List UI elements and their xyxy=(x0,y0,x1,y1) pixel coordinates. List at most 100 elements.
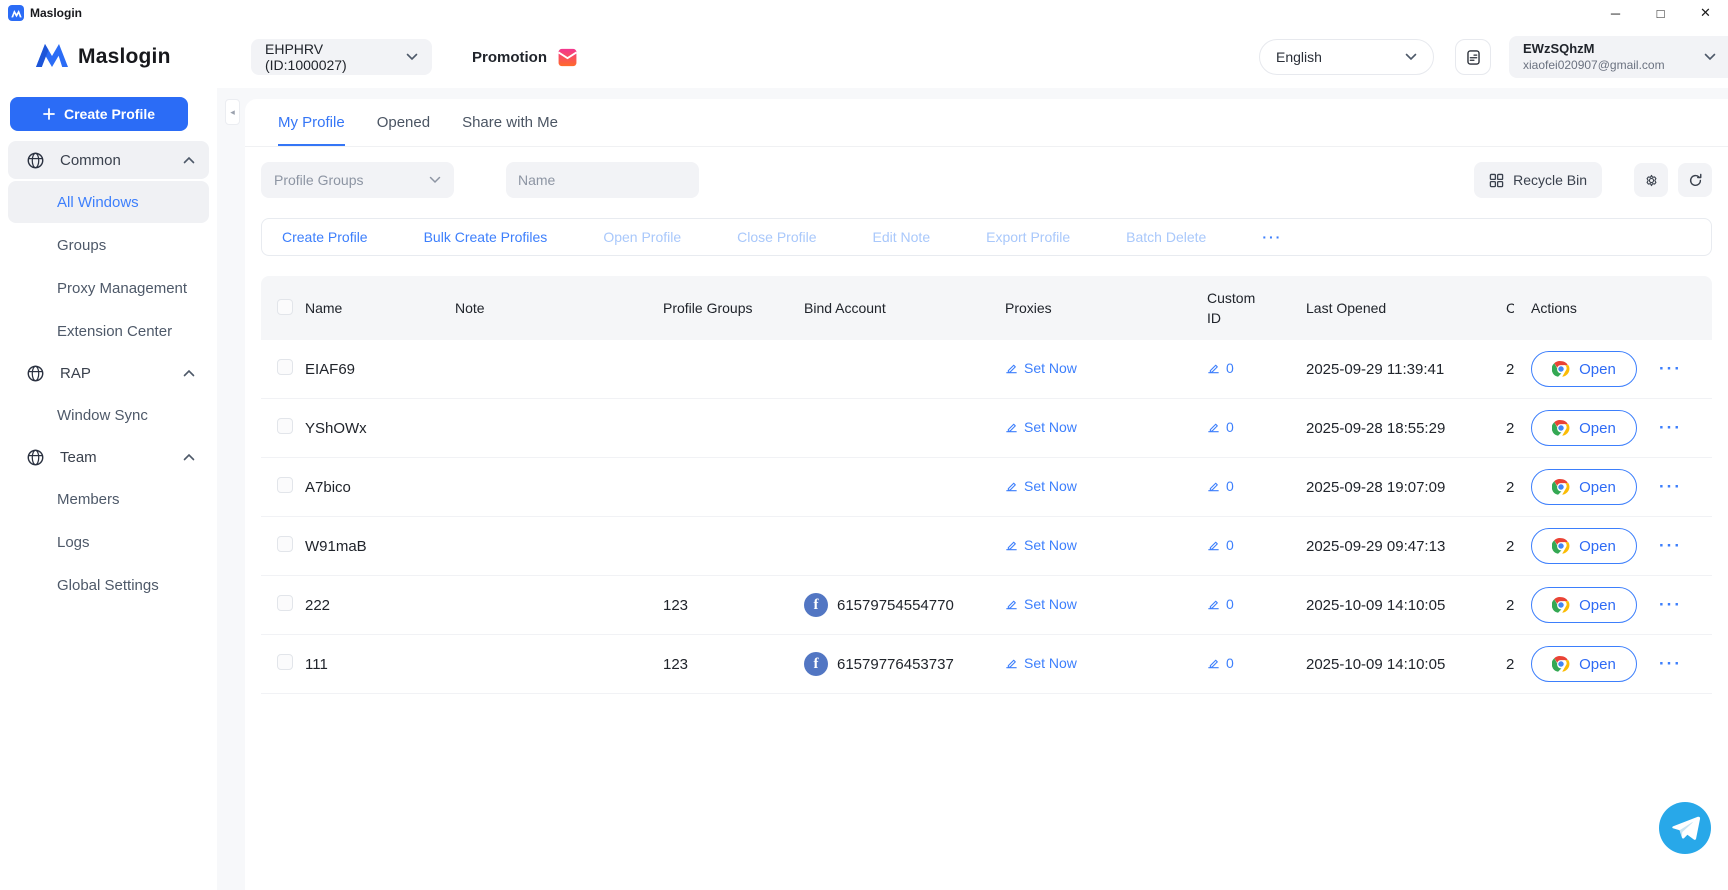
settings-button[interactable] xyxy=(1634,163,1668,197)
row-more-icon[interactable]: ··· xyxy=(1659,359,1682,379)
edit-custom-id-link[interactable]: 0 xyxy=(1207,419,1234,435)
account-menu[interactable]: EWzSQhzM xiaofei020907@gmail.com xyxy=(1509,36,1728,78)
action-link[interactable]: Create Profile xyxy=(282,229,368,245)
sidebar-nav: Common All Windows Groups xyxy=(6,141,211,606)
sidebar-item[interactable]: Logs xyxy=(8,521,209,563)
telegram-button[interactable] xyxy=(1659,802,1711,854)
workspace-label: EHPHRV (ID:1000027) xyxy=(265,41,406,73)
open-profile-button[interactable]: Open xyxy=(1531,587,1637,623)
cell-actions: Open ··· xyxy=(1531,410,1712,446)
tab[interactable]: My Profile xyxy=(278,114,345,146)
profile-groups-select[interactable]: Profile Groups xyxy=(261,162,454,198)
cell-proxies: Set Now xyxy=(1005,360,1207,379)
sidebar-collapse-handle[interactable]: ◂ xyxy=(225,99,240,125)
globe-icon xyxy=(25,151,45,170)
cell-profile-groups: 123 xyxy=(663,597,804,614)
row-checkbox[interactable] xyxy=(277,654,293,670)
sidebar-item[interactable]: Extension Center xyxy=(8,310,209,352)
app-logo-small-icon xyxy=(8,5,24,21)
edit-custom-id-link[interactable]: 0 xyxy=(1207,596,1234,612)
row-more-icon[interactable]: ··· xyxy=(1659,477,1682,497)
set-proxy-link[interactable]: Set Now xyxy=(1005,478,1077,494)
pencil-icon xyxy=(1207,420,1220,433)
workspace-selector[interactable]: EHPHRV (ID:1000027) xyxy=(251,39,432,75)
open-profile-button[interactable]: Open xyxy=(1531,528,1637,564)
edit-custom-id-link[interactable]: 0 xyxy=(1207,478,1234,494)
action-link[interactable]: Export Profile xyxy=(986,229,1070,245)
row-more-icon[interactable]: ··· xyxy=(1659,418,1682,438)
edit-custom-id-link[interactable]: 0 xyxy=(1207,537,1234,553)
edit-custom-id-link[interactable]: 0 xyxy=(1207,360,1234,376)
select-all-checkbox[interactable] xyxy=(277,299,293,315)
row-more-icon[interactable]: ··· xyxy=(1659,654,1682,674)
cell-name: A7bico xyxy=(305,479,455,496)
open-profile-button[interactable]: Open xyxy=(1531,351,1637,387)
document-button[interactable] xyxy=(1455,39,1491,75)
sidebar-section-header[interactable]: Team xyxy=(8,438,209,476)
bind-account-id: 61579776453737 xyxy=(837,656,954,673)
set-proxy-link[interactable]: Set Now xyxy=(1005,537,1077,553)
promotion-link[interactable]: Promotion xyxy=(472,47,578,68)
sidebar-item[interactable]: Window Sync xyxy=(8,394,209,436)
sidebar-section-label: Team xyxy=(60,449,183,466)
main-area: ◂ My Profile Opened Share with Me Profil… xyxy=(217,88,1728,890)
cell-profile-groups: 123 xyxy=(663,656,804,673)
plus-icon xyxy=(43,108,55,120)
row-checkbox[interactable] xyxy=(277,418,293,434)
cell-custom-id: 0 xyxy=(1207,596,1306,615)
tab[interactable]: Opened xyxy=(377,114,430,146)
minimize-icon[interactable]: ─ xyxy=(1593,0,1638,26)
action-link[interactable]: Edit Note xyxy=(873,229,931,245)
team-icon xyxy=(25,448,45,467)
maximize-icon[interactable]: □ xyxy=(1638,0,1683,26)
row-more-icon[interactable]: ··· xyxy=(1659,536,1682,556)
cell-last-opened: 2025-09-28 18:55:29 xyxy=(1306,420,1506,437)
language-selector[interactable]: English xyxy=(1259,39,1434,75)
row-checkbox[interactable] xyxy=(277,477,293,493)
sidebar-section-header[interactable]: Common xyxy=(8,141,209,179)
action-link[interactable]: Batch Delete xyxy=(1126,229,1206,245)
sidebar-item[interactable]: Proxy Management xyxy=(8,267,209,309)
sidebar-item[interactable]: All Windows xyxy=(8,181,209,223)
sidebar-section-header[interactable]: RAP xyxy=(8,354,209,392)
refresh-button[interactable] xyxy=(1678,163,1712,197)
table-row: 111 123 f 61579776453737 xyxy=(261,635,1712,694)
edit-custom-id-link[interactable]: 0 xyxy=(1207,655,1234,671)
more-actions-icon[interactable]: ··· xyxy=(1262,229,1282,245)
tab[interactable]: Share with Me xyxy=(462,114,558,146)
set-proxy-link[interactable]: Set Now xyxy=(1005,360,1077,376)
name-search-input[interactable] xyxy=(518,172,699,188)
close-icon[interactable]: ✕ xyxy=(1683,0,1728,26)
open-profile-button[interactable]: Open xyxy=(1531,469,1637,505)
set-proxy-link[interactable]: Set Now xyxy=(1005,596,1077,612)
cell-bind-account: f 61579776453737 xyxy=(804,652,1005,676)
sidebar-item[interactable]: Global Settings xyxy=(8,564,209,606)
pencil-icon xyxy=(1207,479,1220,492)
open-profile-button[interactable]: Open xyxy=(1531,410,1637,446)
chrome-icon xyxy=(1552,655,1570,673)
set-proxy-link[interactable]: Set Now xyxy=(1005,655,1077,671)
set-proxy-link[interactable]: Set Now xyxy=(1005,419,1077,435)
sidebar-item[interactable]: Members xyxy=(8,478,209,520)
pencil-icon xyxy=(1005,420,1018,433)
open-profile-button[interactable]: Open xyxy=(1531,646,1637,682)
pencil-icon xyxy=(1005,538,1018,551)
action-link[interactable]: Open Profile xyxy=(603,229,681,245)
action-link[interactable]: Bulk Create Profiles xyxy=(424,229,548,245)
recycle-bin-button[interactable]: Recycle Bin xyxy=(1474,162,1602,198)
sidebar-item[interactable]: Groups xyxy=(8,224,209,266)
create-profile-button[interactable]: Create Profile xyxy=(10,97,188,131)
action-link[interactable]: Close Profile xyxy=(737,229,816,245)
row-checkbox[interactable] xyxy=(277,536,293,552)
cell-last-opened: 2025-09-29 09:47:13 xyxy=(1306,538,1506,555)
cell-actions: Open ··· xyxy=(1531,587,1712,623)
table-row: 222 123 f 61579754554770 xyxy=(261,576,1712,635)
action-bar: Create Profile Bulk Create Profiles Open… xyxy=(261,218,1712,256)
cell-created-clipped: 2 xyxy=(1506,479,1514,496)
col-actions: Actions xyxy=(1531,300,1712,316)
cell-created-clipped: 2 xyxy=(1506,361,1514,378)
row-checkbox[interactable] xyxy=(277,359,293,375)
row-more-icon[interactable]: ··· xyxy=(1659,595,1682,615)
row-checkbox[interactable] xyxy=(277,595,293,611)
telegram-icon xyxy=(1659,802,1711,854)
